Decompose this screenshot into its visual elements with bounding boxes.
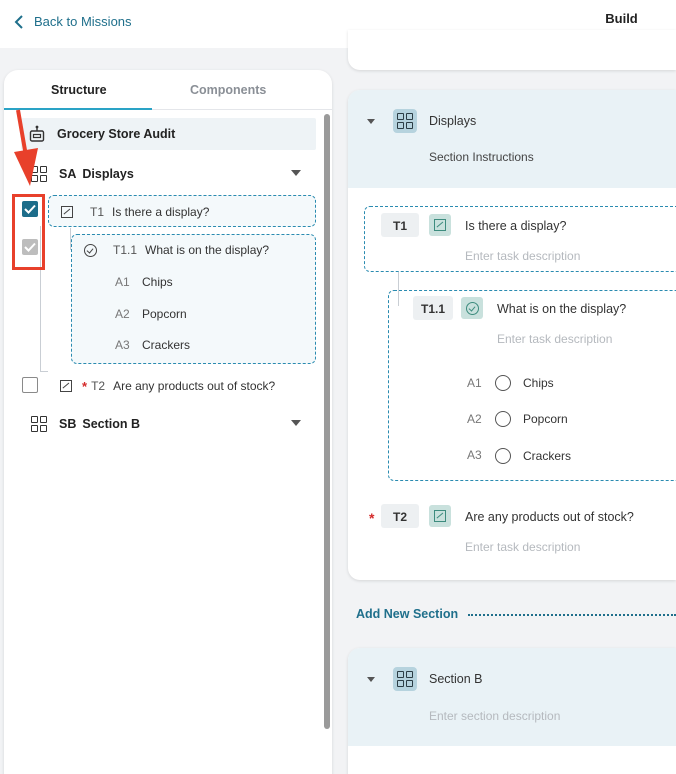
section-description-input[interactable]: Enter section description — [429, 709, 560, 723]
task-card-t1[interactable]: T1 Is there a display? Enter task descri… — [364, 206, 676, 272]
answer-code: A3 — [115, 338, 130, 352]
task-description-input[interactable]: Enter task description — [465, 540, 580, 554]
section-grid-icon — [31, 416, 47, 432]
image-icon — [434, 219, 446, 231]
check-circle-icon — [84, 244, 97, 257]
answer-label[interactable]: Popcorn — [523, 412, 568, 426]
task-code: T1 — [90, 205, 105, 219]
answer-code: A1 — [115, 275, 130, 289]
task-label: Is there a display? — [112, 205, 210, 219]
section-name: Section B — [82, 417, 141, 431]
tab-structure[interactable]: Structure — [51, 83, 107, 97]
answer-label[interactable]: Crackers — [523, 449, 571, 463]
panel-tabs: Structure Components — [4, 70, 332, 110]
tree-section-a[interactable]: SA Displays — [31, 162, 301, 186]
section-instructions[interactable]: Section Instructions — [429, 150, 534, 164]
answer-label: Crackers — [142, 338, 191, 352]
tab-components[interactable]: Components — [190, 83, 266, 97]
section-grid-icon — [393, 667, 417, 691]
answer-label: Chips — [142, 275, 173, 289]
tree-section-b[interactable]: SB Section B — [31, 412, 301, 436]
required-star: * — [369, 510, 375, 526]
section-title[interactable]: Displays — [429, 114, 476, 128]
section-header: Section B Enter section description — [348, 648, 676, 746]
back-label: Back to Missions — [34, 14, 132, 29]
scrollbar[interactable] — [324, 114, 330, 729]
section-card-b: Section B Enter section description — [348, 648, 676, 774]
add-new-section-button[interactable]: Add New Section — [356, 607, 458, 621]
tree-connector — [40, 371, 48, 372]
add-section-divider — [468, 614, 676, 616]
answer-label: Popcorn — [142, 307, 187, 321]
section-header: Displays Section Instructions — [348, 90, 676, 188]
task-code: T1.1 — [113, 243, 138, 257]
image-icon — [434, 510, 446, 522]
task-t2-checkbox[interactable] — [22, 377, 38, 393]
chevron-left-icon — [14, 14, 23, 29]
answer-radio[interactable] — [495, 448, 511, 464]
section-code: SA — [59, 167, 77, 181]
structure-panel: Structure Components Grocery Store Audit… — [4, 70, 332, 774]
answer-radio[interactable] — [495, 375, 511, 391]
task-code-badge: T2 — [381, 504, 419, 528]
task-type-badge — [429, 214, 451, 236]
answer-label[interactable]: Chips — [523, 376, 554, 390]
task-type-badge — [461, 297, 483, 319]
annotation-arrow-icon — [14, 109, 38, 186]
section-title[interactable]: Section B — [429, 672, 483, 686]
task-description-input[interactable]: Enter task description — [497, 332, 612, 346]
task-question[interactable]: Is there a display? — [465, 219, 566, 233]
task-question[interactable]: Are any products out of stock? — [465, 510, 634, 524]
answer-radio[interactable] — [495, 411, 511, 427]
task-card-t11[interactable]: T1.1 What is on the display? Enter task … — [388, 290, 676, 481]
answer-code: A3 — [467, 448, 482, 462]
section-grid-icon — [393, 109, 417, 133]
answer-code: A2 — [467, 412, 482, 426]
tree-task-t1[interactable]: T1 Is there a display? — [48, 195, 316, 227]
task-code-badge: T1.1 — [413, 296, 453, 320]
task-label: Are any products out of stock? — [113, 379, 276, 393]
section-card-displays: Displays Section Instructions T1 Is ther… — [348, 90, 676, 580]
annotation-highlight-box — [12, 194, 45, 270]
tree-root-item[interactable]: Grocery Store Audit — [21, 118, 316, 150]
chevron-down-icon[interactable] — [367, 677, 375, 682]
previous-card-stub — [348, 30, 676, 70]
answer-code: A1 — [467, 376, 482, 390]
task-description-input[interactable]: Enter task description — [465, 249, 580, 263]
tree-task-t11[interactable]: T1.1 What is on the display? A1 Chips A2… — [71, 234, 316, 364]
chevron-down-icon[interactable] — [367, 119, 375, 124]
answer-code: A2 — [115, 307, 130, 321]
section-code: SB — [59, 417, 77, 431]
chevron-down-icon[interactable] — [291, 420, 301, 426]
tree-root-label: Grocery Store Audit — [57, 127, 176, 141]
task-code-badge: T1 — [381, 213, 419, 237]
image-icon — [61, 206, 73, 218]
task-type-badge — [429, 505, 451, 527]
tree-task-t2[interactable]: * T2 Are any products out of stock? — [60, 378, 275, 394]
task-label: What is on the display? — [145, 243, 270, 257]
check-circle-icon — [465, 301, 479, 315]
task-question[interactable]: What is on the display? — [497, 302, 626, 316]
image-icon — [60, 380, 72, 392]
section-name: Displays — [82, 167, 134, 181]
chevron-down-icon[interactable] — [291, 170, 301, 176]
required-star: * — [82, 378, 88, 394]
task-code: T2 — [91, 379, 106, 393]
back-to-missions-link[interactable]: Back to Missions — [14, 14, 132, 29]
